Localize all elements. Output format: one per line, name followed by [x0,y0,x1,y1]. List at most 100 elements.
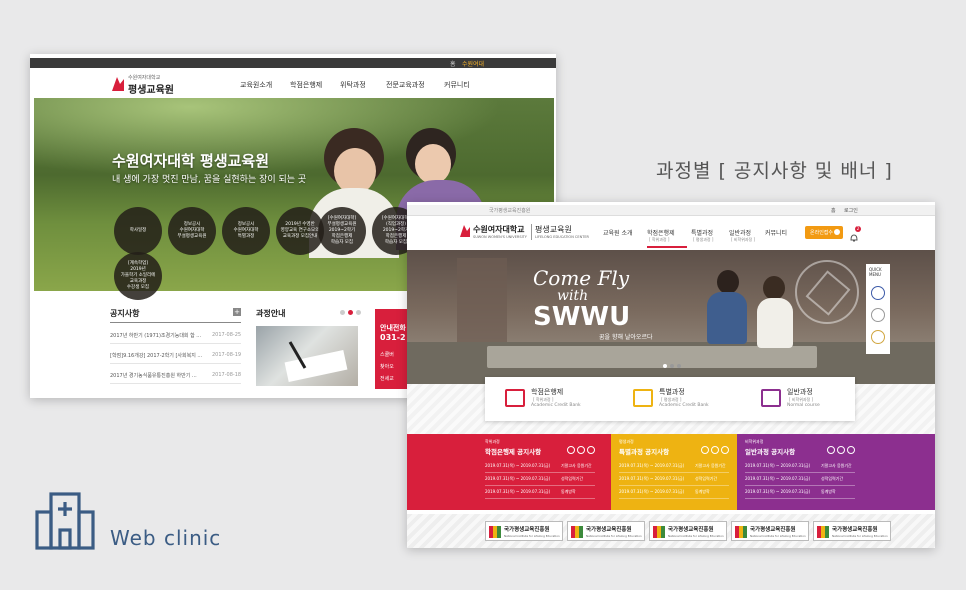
hospital-icon [34,490,96,550]
notice-row[interactable]: 2019.07.31(목) ~ 2019.07.31(금) 기말고사 응원기간 [485,462,595,473]
notice-row[interactable]: 2019.07.31(목) ~ 2019.07.31(금) 동계방학 [619,488,729,499]
course-card[interactable]: 학점은행제[ 학위과정 ] Academic Credit Bank [505,387,615,415]
notice-row[interactable]: 2017년 하반기 (1971)조경기능대회 합 ... 2017-08-25 [110,330,241,344]
apply-button[interactable]: 온라인접수 [805,226,843,239]
nav-item[interactable]: 전문교육과정 [386,80,425,90]
nav-item[interactable]: 학점은행제[ 학위과정 ] [647,228,687,248]
notice-row[interactable]: 2019.07.31(목) ~ 2019.07.31(금) 기말고사 응원기간 [745,462,855,473]
panel-control-icon[interactable] [701,446,709,454]
site-logo[interactable]: 수원여자대학교 평생교육원 [110,74,210,96]
page-heading: 과정별 [ 공지사항 및 배너 ] [656,160,893,182]
course-icon [761,389,781,407]
quick-circle[interactable]: 정보공시 수원여자대학 특별과정 [222,207,270,255]
info-item[interactable]: 스쿨버 [380,351,394,358]
top-bar: 홈 수원여대 [30,58,556,68]
partner-banner[interactable]: 국가평생교육진흥원 National Institute for Lifelong… [649,521,727,541]
panel-control-icon[interactable] [577,446,585,454]
course-cards: 학점은행제[ 학위과정 ] Academic Credit Bank 특별과정[ 평… [485,377,855,421]
circle-text: 교육과정 모집안내 [282,234,318,239]
info-item[interactable]: 전세교 [380,375,394,382]
hero-title: SWWU [533,302,631,332]
partner-banner[interactable]: 국가평생교육진흥원 National Institute for Lifelong… [567,521,645,541]
panel-control-icon[interactable] [711,446,719,454]
notice-row[interactable]: 2019.07.31(목) ~ 2019.07.31(금) 동계방학 [745,488,855,499]
notice-row[interactable]: 2019.07.31(목) ~ 2019.07.31(금) 성적입력기간 [485,475,595,486]
notice-date: 2017-08-18 [212,372,242,378]
quick-circle[interactable]: 2019년 수영반 영양교육 연구소모의 교육과정 모집안내 [276,207,324,255]
home-link[interactable]: 홈 [831,207,836,214]
quick-circle[interactable]: 학사일정 [114,207,162,255]
panel-control-icon[interactable] [721,446,729,454]
hero-subtitle: 내 생에 가장 멋진 만남, 꿈을 실현하는 장이 되는 곳 [112,175,307,185]
hero-script-1: Come Fly [533,266,630,290]
nav-item[interactable]: 교육원 소개 [603,228,643,248]
circle-text: 특별과정 [237,234,255,239]
notice-text: 2017년 경기농식품유통진흥원 하반기 ... [110,373,197,379]
nav-item[interactable]: 커뮤니티 [444,80,470,90]
notice-row[interactable]: 2019.07.31(목) ~ 2019.07.31(금) 성적입력기간 [745,475,855,486]
nav-item[interactable]: 학점은행제 [290,80,322,90]
quick-circle[interactable]: [계속학업] 2019년 가을학기 소일리에 교육과정 수강생 모집 [114,252,162,300]
site-logo[interactable]: 수원여자대학교 SUWON WOMEN'S UNIVERSITY 평생교육원 L… [459,222,589,244]
nav-item[interactable]: 위탁과정 [340,80,366,90]
course-photo[interactable] [256,326,358,386]
circle-text: 부설평생교육원 [177,234,207,239]
notice-panel: 비학위과정 일반과정 공지사항 2019.07.31(목) ~ 2019.07.31… [737,434,935,510]
login-link[interactable]: 로그인 [844,207,858,214]
nav-item[interactable]: 커뮤니티 [765,228,805,248]
notice-title: 특별과정 공지사항 [619,448,670,456]
panel-control-icon[interactable] [847,446,855,454]
slide-dots[interactable] [340,310,370,316]
nav-item[interactable]: 특별과정[ 평생과정 ] [691,228,731,248]
course-icon [505,389,525,407]
banner-logo-icon [653,526,665,538]
logo-title: 평생교육원 [535,225,572,234]
notice-row[interactable]: 2019.07.31(목) ~ 2019.07.31(금) 성적입력기간 [619,475,729,486]
circle-text: 학습자 모집 [384,240,408,245]
logo-main: 수원여자대학교 [473,225,525,234]
home-link[interactable]: 홈 [450,59,456,68]
quick-circle[interactable]: [수원여자대학] 부설평생교육원 2019~2학기 학점은행제 학습자 모집 [318,207,366,255]
notice-panel: 학위과정 학점은행제 공지사항 2019.07.31(목) ~ 2019.07.31… [407,434,611,510]
notice-date: 2017-08-25 [212,332,242,338]
quick-circle[interactable]: 정보공시 수원여자대학 부설평생교육원 [168,207,216,255]
banner-strip: 국가평생교육진흥원 National Institute for Lifelong… [407,514,935,548]
nav-item[interactable]: 교육원소개 [240,80,272,90]
course-card[interactable]: 일반과정[ 비학위과정 ] Normal course [761,387,871,415]
info-phone: 031-2 [380,333,406,342]
slide-dots[interactable] [663,364,683,368]
banner-logo-icon [571,526,583,538]
panel-control-icon[interactable] [587,446,595,454]
notice-row[interactable]: [학점]9.16개강] 2017-2학기 [사회복지 ... 2017-08-19 [110,350,241,364]
course-card[interactable]: 특별과정[ 평생과정 ] Academic Credit Bank [633,387,743,415]
notice-section: 공지사항 + 2017년 하반기 (1971)조경기능대회 합 ... 2017-… [110,304,245,394]
circle-text: 학습자 모집 [330,240,354,245]
top-left-text: 국가평생교육진흥원 [489,208,531,214]
brand-name: Web clinic [110,526,222,550]
notice-row[interactable]: 2019.07.31(목) ~ 2019.07.31(금) 기말고사 응원기간 [619,462,729,473]
logo-flame-icon [112,77,124,91]
university-seal [795,260,859,324]
partner-banner[interactable]: 국가평생교육진흥원 National Institute for Lifelong… [731,521,809,541]
partner-banner[interactable]: 국가평생교육진흥원 National Institute for Lifelong… [485,521,563,541]
nav-item[interactable]: 일반과정[ 비학위과정 ] [729,228,769,248]
course-section: 과정안내 [256,304,386,394]
logo-small: 수원여자대학교 [128,75,161,81]
login-link[interactable]: 수원여대 [462,59,484,68]
panel-control-icon[interactable] [837,446,845,454]
panel-control-icon[interactable] [827,446,835,454]
panel-control-icon[interactable] [567,446,575,454]
notice-row[interactable]: 2017년 경기농식품유통진흥원 하반기 ... 2017-08-18 [110,370,241,384]
logo-sub: SUWON WOMEN'S UNIVERSITY [473,235,527,239]
course-title: 과정안내 [256,309,286,318]
quick-menu[interactable]: QUICK MENU [866,264,890,354]
bell-icon[interactable]: 2 [849,226,861,242]
banner-logo-icon [817,526,829,538]
main-nav: 교육원소개 학점은행제 위탁과정 전문교육과정 커뮤니티 [240,78,540,92]
notice-text: [학점]9.16개강] 2017-2학기 [사회복지 ... [110,353,203,359]
notice-row[interactable]: 2019.07.31(목) ~ 2019.07.31(금) 동계방학 [485,488,595,499]
logo-flame-icon [460,225,470,237]
info-item[interactable]: 찾아오 [380,363,394,370]
plus-icon[interactable]: + [233,308,241,316]
partner-banner[interactable]: 국가평생교육진흥원 National Institute for Lifelong… [813,521,891,541]
